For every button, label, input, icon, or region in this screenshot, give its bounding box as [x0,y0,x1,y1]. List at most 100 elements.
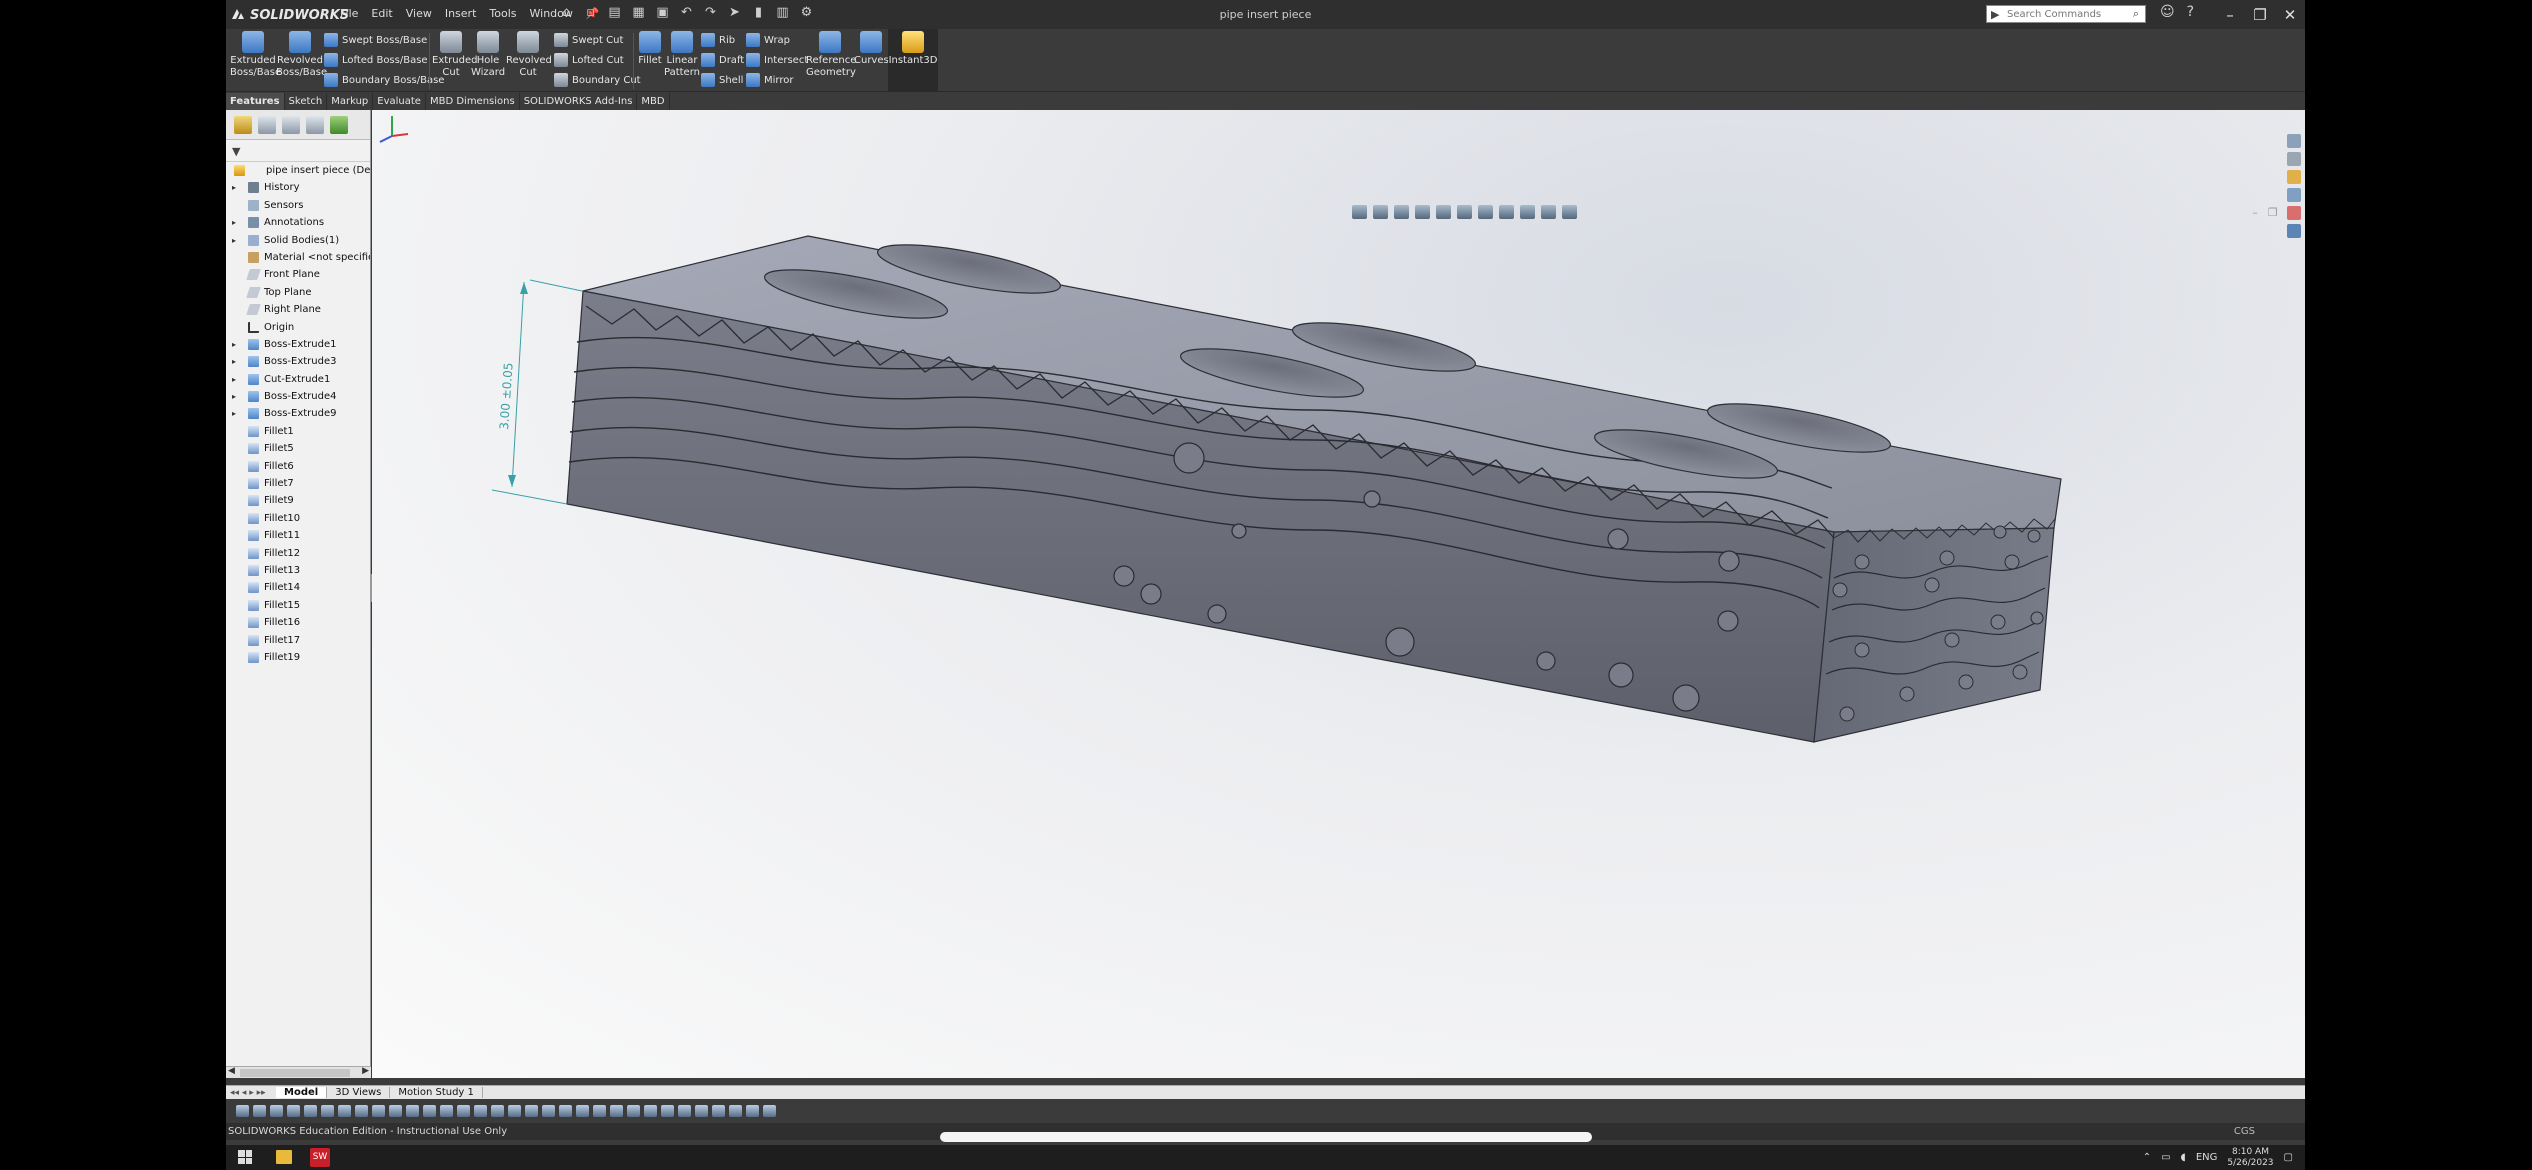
tool-icon[interactable] [321,1105,334,1117]
clock[interactable]: 8:10 AM 5/26/2023 [2227,1147,2273,1169]
tool-icon[interactable] [508,1105,521,1117]
tool-icon[interactable] [559,1105,572,1117]
boundary-cut-button[interactable]: Boundary Cut [554,71,641,89]
tool-icon[interactable] [440,1105,453,1117]
tab-3d-views[interactable]: 3D Views [327,1087,391,1098]
view-orientation-icon[interactable] [1457,205,1472,219]
linear-pattern-button[interactable]: Linear Pattern [664,29,700,92]
tree-item[interactable]: Fillet1 [226,423,370,440]
file-properties-icon[interactable]: ▥ [774,4,791,21]
tree-item[interactable]: ▸ Solid Bodies(1) [226,232,370,249]
file-explorer-taskbar-icon[interactable] [276,1150,292,1164]
tool-icon[interactable] [389,1105,402,1117]
tree-item[interactable]: ▸ Boss-Extrude3 [226,353,370,370]
tool-icon[interactable] [661,1105,674,1117]
tool-icon[interactable] [406,1105,419,1117]
tool-icon[interactable] [610,1105,623,1117]
graphics-area[interactable]: 3.00 ±0.05 – ❐ ✕ [372,110,2305,1078]
user-icon[interactable]: ☺ [2160,4,2175,20]
tree-item[interactable]: Top Plane [226,284,370,301]
dynamic-annotation-icon[interactable] [1436,205,1451,219]
options-gear-icon[interactable]: ⚙ [798,4,815,21]
tree-item[interactable]: Material <not specified> [226,249,370,266]
expand-arrow-icon[interactable]: ▸ [232,214,236,231]
tool-icon[interactable] [491,1105,504,1117]
edit-appearance-icon[interactable] [1520,205,1535,219]
appearances-icon[interactable] [2287,206,2301,220]
tool-icon[interactable] [423,1105,436,1117]
tool-icon[interactable] [474,1105,487,1117]
tool-icon[interactable] [372,1105,385,1117]
menu-edit[interactable]: Edit [371,7,392,20]
rebuild-icon[interactable]: ▮ [750,4,767,21]
tool-icon[interactable] [729,1105,742,1117]
tab-mbd[interactable]: MBD [637,93,670,110]
screen-overlay-scrollbar[interactable] [940,1132,1592,1142]
model-view[interactable]: 3.00 ±0.05 [372,110,2305,1078]
expand-arrow-icon[interactable]: ▸ [232,179,236,196]
restore-icon[interactable]: ❐ [2268,206,2278,219]
part-body[interactable]: 3.00 ±0.05 [491,235,2062,743]
menu-file[interactable]: File [340,7,358,20]
tool-icon[interactable] [627,1105,640,1117]
tree-item[interactable]: Front Plane [226,266,370,283]
tool-icon[interactable] [746,1105,759,1117]
revolved-cut-button[interactable]: Revolved Cut [506,29,552,92]
shell-button[interactable]: Shell [701,71,743,89]
lofted-cut-button[interactable]: Lofted Cut [554,51,624,69]
scrollbar-thumb[interactable] [240,1069,350,1077]
intersect-button[interactable]: Intersect [746,51,808,69]
solidworks-resources-icon[interactable] [2287,134,2301,148]
property-manager-tab-icon[interactable] [258,115,276,134]
zoom-to-area-icon[interactable] [1373,205,1388,219]
tab-evaluate[interactable]: Evaluate [373,93,426,110]
solidworks-logo[interactable]: SOLIDWORKS [230,5,349,25]
tab-features[interactable]: Features [226,93,285,110]
tool-icon[interactable] [287,1105,300,1117]
display-style-icon[interactable] [1478,205,1493,219]
help-icon[interactable]: ? [2187,4,2194,20]
expand-arrow-icon[interactable]: ▸ [232,371,236,388]
previous-view-icon[interactable] [1394,205,1409,219]
tool-icon[interactable] [763,1105,776,1117]
tree-item[interactable]: Fillet14 [226,579,370,596]
select-arrow-icon[interactable]: ➤ [726,4,743,21]
search-icon[interactable]: ⌕ [2133,7,2139,21]
tab-model[interactable]: Model [276,1087,328,1098]
draft-button[interactable]: Draft [701,51,744,69]
search-commands-field[interactable]: ▶ Search Commands ⌕ [1986,5,2146,23]
section-view-icon[interactable] [1415,205,1430,219]
tab-navigation-icons[interactable]: ◂◂ ◂ ▸ ▸▸ [226,1088,276,1098]
tree-item[interactable]: Fillet7 [226,475,370,492]
configuration-manager-tab-icon[interactable] [282,115,300,134]
tree-item[interactable]: Fillet15 [226,597,370,614]
boundary-boss-button[interactable]: Boundary Boss/Base [324,71,444,89]
rib-button[interactable]: Rib [701,31,735,49]
tree-item[interactable]: Fillet16 [226,614,370,631]
tab-solidworks-add-ins[interactable]: SOLIDWORKS Add-Ins [520,93,638,110]
volume-icon[interactable]: ◖ [2181,1152,2186,1163]
tree-item[interactable]: ▸ Cut-Extrude1 [226,371,370,388]
expand-arrow-icon[interactable]: ▸ [232,405,236,422]
tree-item[interactable]: Fillet10 [226,510,370,527]
scroll-left-icon[interactable]: ◀ [228,1066,235,1076]
tree-item[interactable]: ▸ Annotations [226,214,370,231]
tool-icon[interactable] [338,1105,351,1117]
expand-arrow-icon[interactable]: ▸ [232,232,236,249]
save-icon[interactable]: ▦ [630,4,647,21]
tree-item[interactable]: Fillet9 [226,492,370,509]
tool-icon[interactable] [593,1105,606,1117]
network-icon[interactable]: ▭ [2161,1152,2170,1163]
redo-icon[interactable]: ↷ [702,4,719,21]
tree-item[interactable]: Fillet17 [226,632,370,649]
tab-motion-study[interactable]: Motion Study 1 [390,1087,483,1098]
filter-icon[interactable]: ▼ [226,140,370,162]
apply-scene-icon[interactable] [1541,205,1556,219]
tree-item[interactable]: Fillet11 [226,527,370,544]
tool-icon[interactable] [678,1105,691,1117]
tool-icon[interactable] [236,1105,249,1117]
tree-item[interactable]: ▸ History [226,179,370,196]
chevron-up-icon[interactable]: ⌃ [2143,1152,2151,1163]
tab-sketch[interactable]: Sketch [285,93,328,110]
tree-item[interactable]: ▸ Boss-Extrude1 [226,336,370,353]
